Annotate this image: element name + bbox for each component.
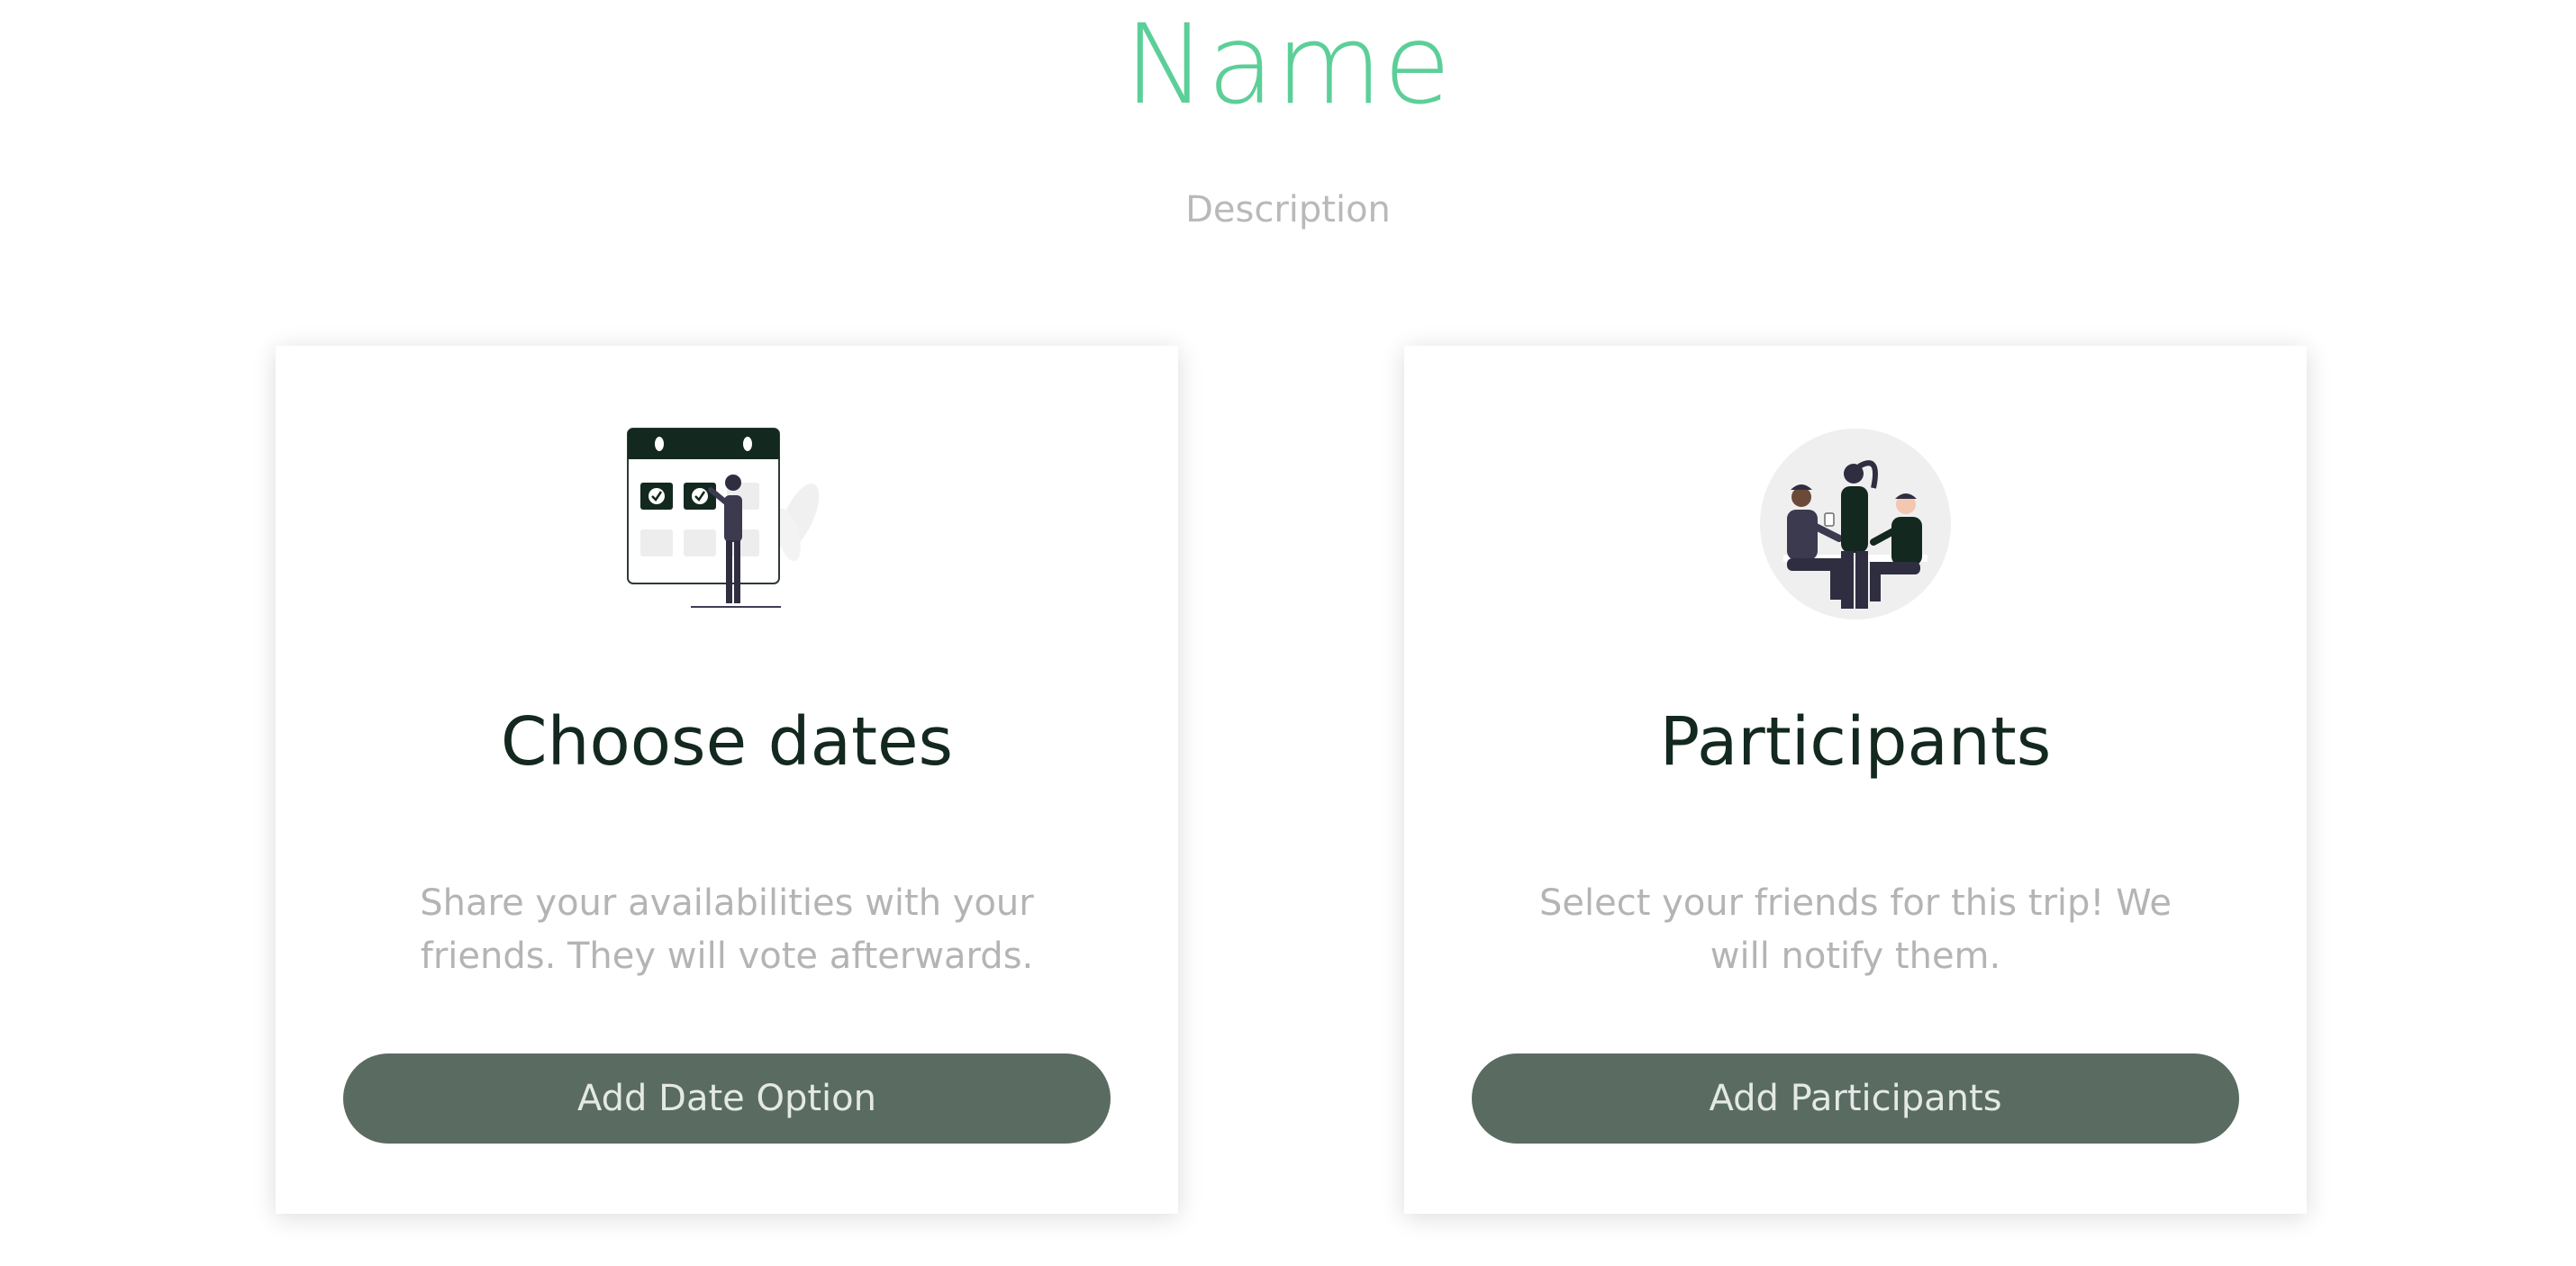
calendar-illustration-icon	[276, 427, 1178, 634]
participants-card: Participants Select your friends for thi…	[1404, 346, 2307, 1214]
page-description: Description	[1185, 189, 1391, 231]
add-date-option-button[interactable]: Add Date Option	[343, 1053, 1111, 1144]
participants-text: Select your friends for this trip! We wi…	[1539, 882, 2172, 977]
choose-dates-text: Share your availabilities with your frie…	[420, 882, 1034, 977]
people-meeting-illustration-icon	[1404, 427, 2307, 634]
participants-title: Participants	[1659, 703, 2052, 781]
choose-dates-title: Choose dates	[500, 703, 954, 781]
page-title: Name	[1124, 1, 1452, 129]
add-participants-button[interactable]: Add Participants	[1472, 1053, 2239, 1144]
choose-dates-card: Choose dates Share your availabilities w…	[276, 346, 1178, 1214]
